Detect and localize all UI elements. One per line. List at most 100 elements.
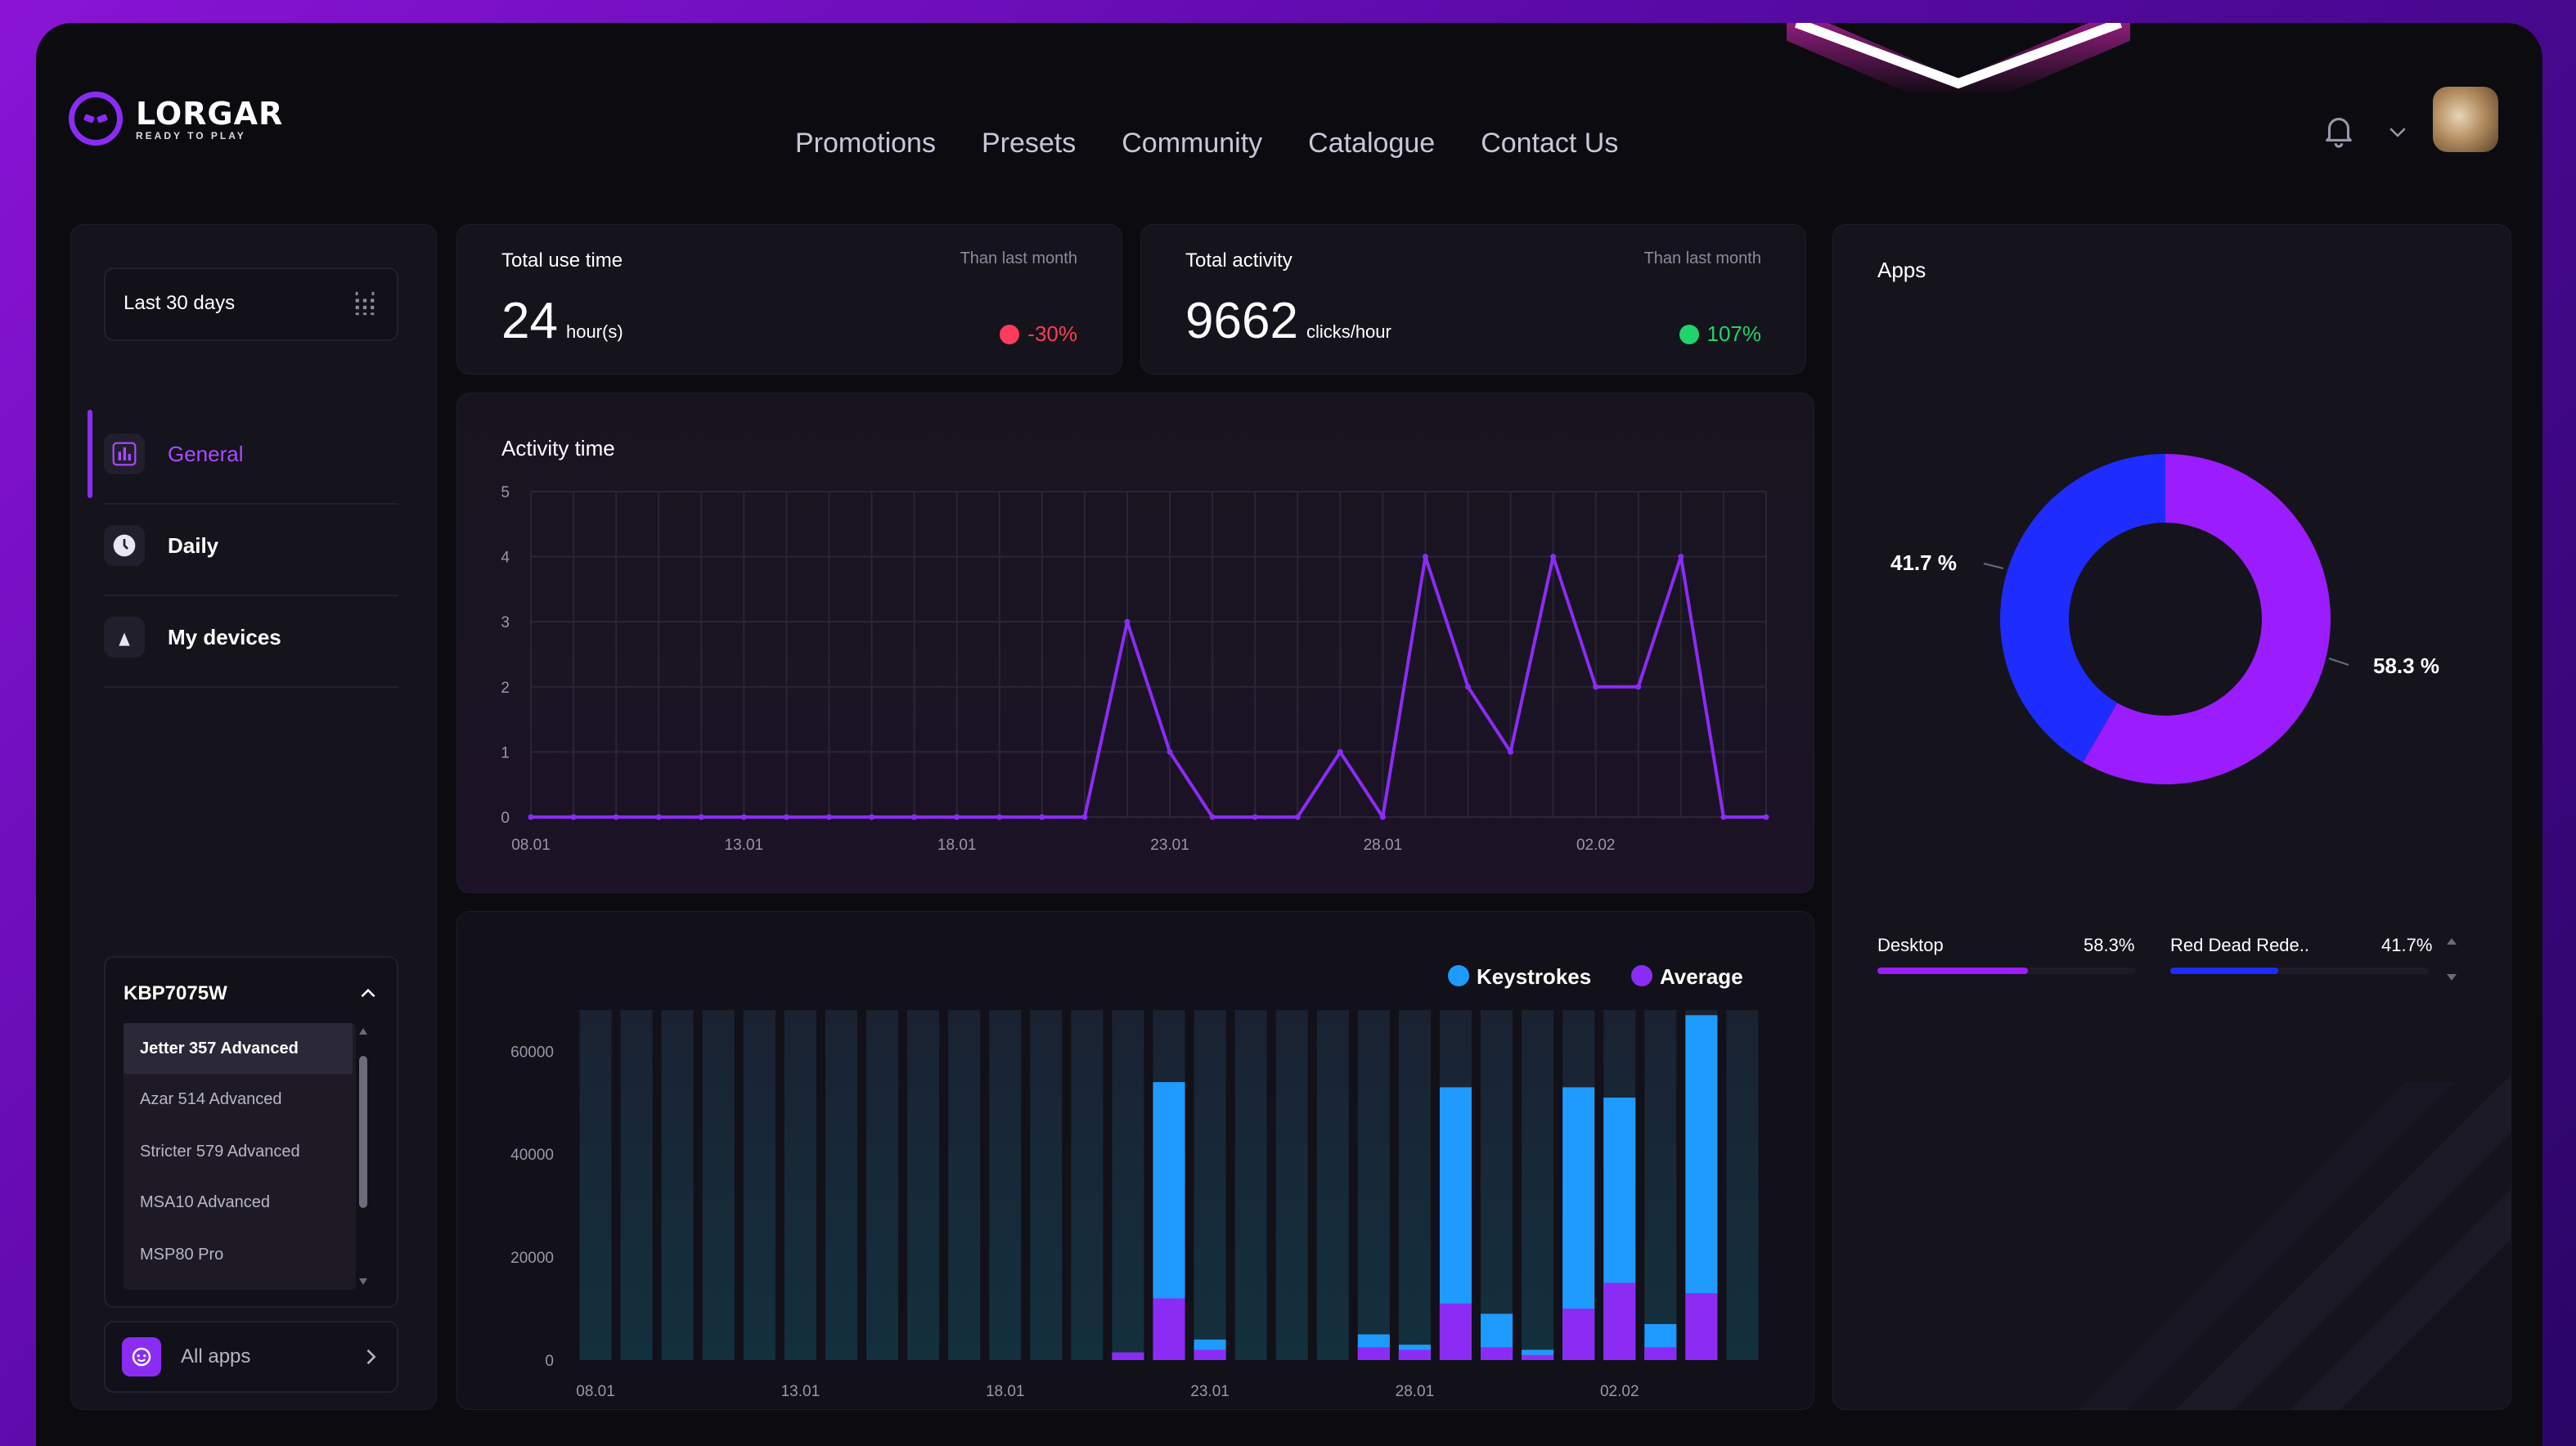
sidebar-item-my-devices[interactable]: My devices [104,593,398,681]
nav-promotions[interactable]: Promotions [795,128,936,159]
bar-background [865,1010,899,1360]
list-item[interactable]: Stricter 579 Advanced [124,1126,353,1177]
apps-legend-rdr-percent: 41.7% [2381,935,2433,955]
data-point [1763,814,1769,820]
chevron-down-icon[interactable] [2385,119,2410,144]
legend-average[interactable]: Average [1660,964,1743,989]
bar-average[interactable] [1357,1347,1390,1360]
device-list: Jetter 357 Advanced Azar 514 Advanced St… [124,1023,356,1290]
data-point [1678,554,1684,560]
sidebar: Last 30 days General Daily My devices KB… [70,224,437,1410]
sidebar-item-label: General [168,441,244,466]
bar-average[interactable] [1153,1298,1185,1360]
bar-background [989,1010,1022,1360]
x-tick-label: 02.02 [1576,837,1616,854]
main-nav: Promotions Presets Community Catalogue C… [795,128,1618,159]
avatar[interactable] [2433,87,2498,152]
logo-icon [69,92,123,146]
list-item[interactable]: MSA10 Advanced [124,1177,353,1228]
bar-background [1522,1010,1554,1360]
nav-presets[interactable]: Presets [982,128,1076,159]
y-tick-label: 60000 [510,1044,554,1061]
leader-line [2328,658,2349,666]
list-item[interactable]: MSP80 Pro [124,1229,353,1280]
data-point [825,814,832,820]
data-point [1124,618,1131,625]
apps-donut-chart: 58.3 % 41.7 % [1890,454,2439,784]
divider [104,686,398,688]
data-point [1167,748,1173,755]
clock-icon [104,525,145,566]
list-item[interactable]: Azar 514 Advanced [124,1074,353,1125]
list-item[interactable]: Jetter 357 Advanced [124,1023,353,1074]
y-tick-label: 3 [501,614,510,631]
data-point [1294,814,1301,820]
data-point [869,814,875,820]
sidebar-item-label: Daily [168,532,219,558]
bar-background [702,1010,735,1360]
bar-background [1234,1010,1267,1360]
scrollbar-thumb[interactable] [359,1056,367,1208]
data-point [783,814,789,820]
down-indicator-icon [1000,324,1020,344]
date-range-picker[interactable]: Last 30 days [104,267,398,341]
apps-legend-desktop-name: Desktop [1877,935,1944,955]
bar-chart-icon [104,433,145,474]
data-point [1252,814,1258,820]
chevron-up-icon[interactable] [357,983,379,1004]
brand-tagline: READY TO PLAY [136,130,246,141]
bar-average[interactable] [1685,1293,1718,1360]
bar-background [620,1010,653,1360]
bell-icon[interactable] [2320,111,2358,149]
bar-background [907,1010,940,1360]
bar-background [661,1010,694,1360]
bar-average[interactable] [1194,1349,1226,1360]
bar-average[interactable] [1481,1347,1513,1360]
bar-average[interactable] [1644,1347,1677,1360]
bar-average[interactable] [1112,1352,1144,1360]
bar-average[interactable] [1522,1354,1554,1360]
y-tick-label: 1 [501,744,510,761]
data-point [570,814,577,820]
data-point [1550,554,1557,560]
sidebar-item-general[interactable]: General [88,410,398,498]
bar-background [743,1010,775,1360]
data-point [911,814,918,820]
calendar-icon[interactable] [351,289,379,318]
stat-delta: 107% [1679,321,1761,347]
nav-catalogue[interactable]: Catalogue [1308,128,1435,159]
data-point [1635,684,1642,690]
sidebar-item-label: My devices [168,624,281,649]
data-point [698,814,704,820]
all-apps-button[interactable]: All apps [104,1321,398,1393]
bar-background [1481,1010,1513,1360]
data-point [613,814,619,820]
stat-unit: hour(s) [565,321,623,342]
apps-legend-desktop-bar [1877,968,2029,974]
bar-background [825,1010,857,1360]
device-dropdown[interactable]: KBP7075W [124,976,379,1012]
y-tick-label: 40000 [510,1147,554,1164]
legend-scroll-arrows[interactable] [2443,935,2460,984]
legend-keystrokes[interactable]: Keystrokes [1477,964,1591,989]
x-tick-label: 13.01 [725,837,764,854]
brand-logo[interactable]: LORGAR READY TO PLAY [69,92,283,146]
bar-average[interactable] [1562,1309,1595,1360]
chevron-right-icon [366,1349,376,1365]
decorative-chevron [1787,23,2130,113]
sidebar-item-daily[interactable]: Daily [104,501,398,590]
bar-average[interactable] [1603,1282,1636,1360]
x-tick-label: 02.02 [1600,1383,1639,1400]
nav-contact-us[interactable]: Contact Us [1481,128,1618,159]
bar-background [1357,1010,1390,1360]
bar-background [1275,1010,1308,1360]
nav-community[interactable]: Community [1122,128,1262,159]
data-point [528,814,534,820]
y-tick-label: 0 [545,1353,554,1370]
x-tick-label: 28.01 [1364,837,1403,854]
bar-average[interactable] [1398,1349,1431,1360]
bar-average[interactable] [1439,1303,1472,1360]
apps-legend-rdr-bar [2170,968,2278,974]
bar-background [1726,1010,1759,1360]
keystrokes-card: Keystrokes Average 0 20000 40000 60000 08.01… [456,911,1814,1410]
